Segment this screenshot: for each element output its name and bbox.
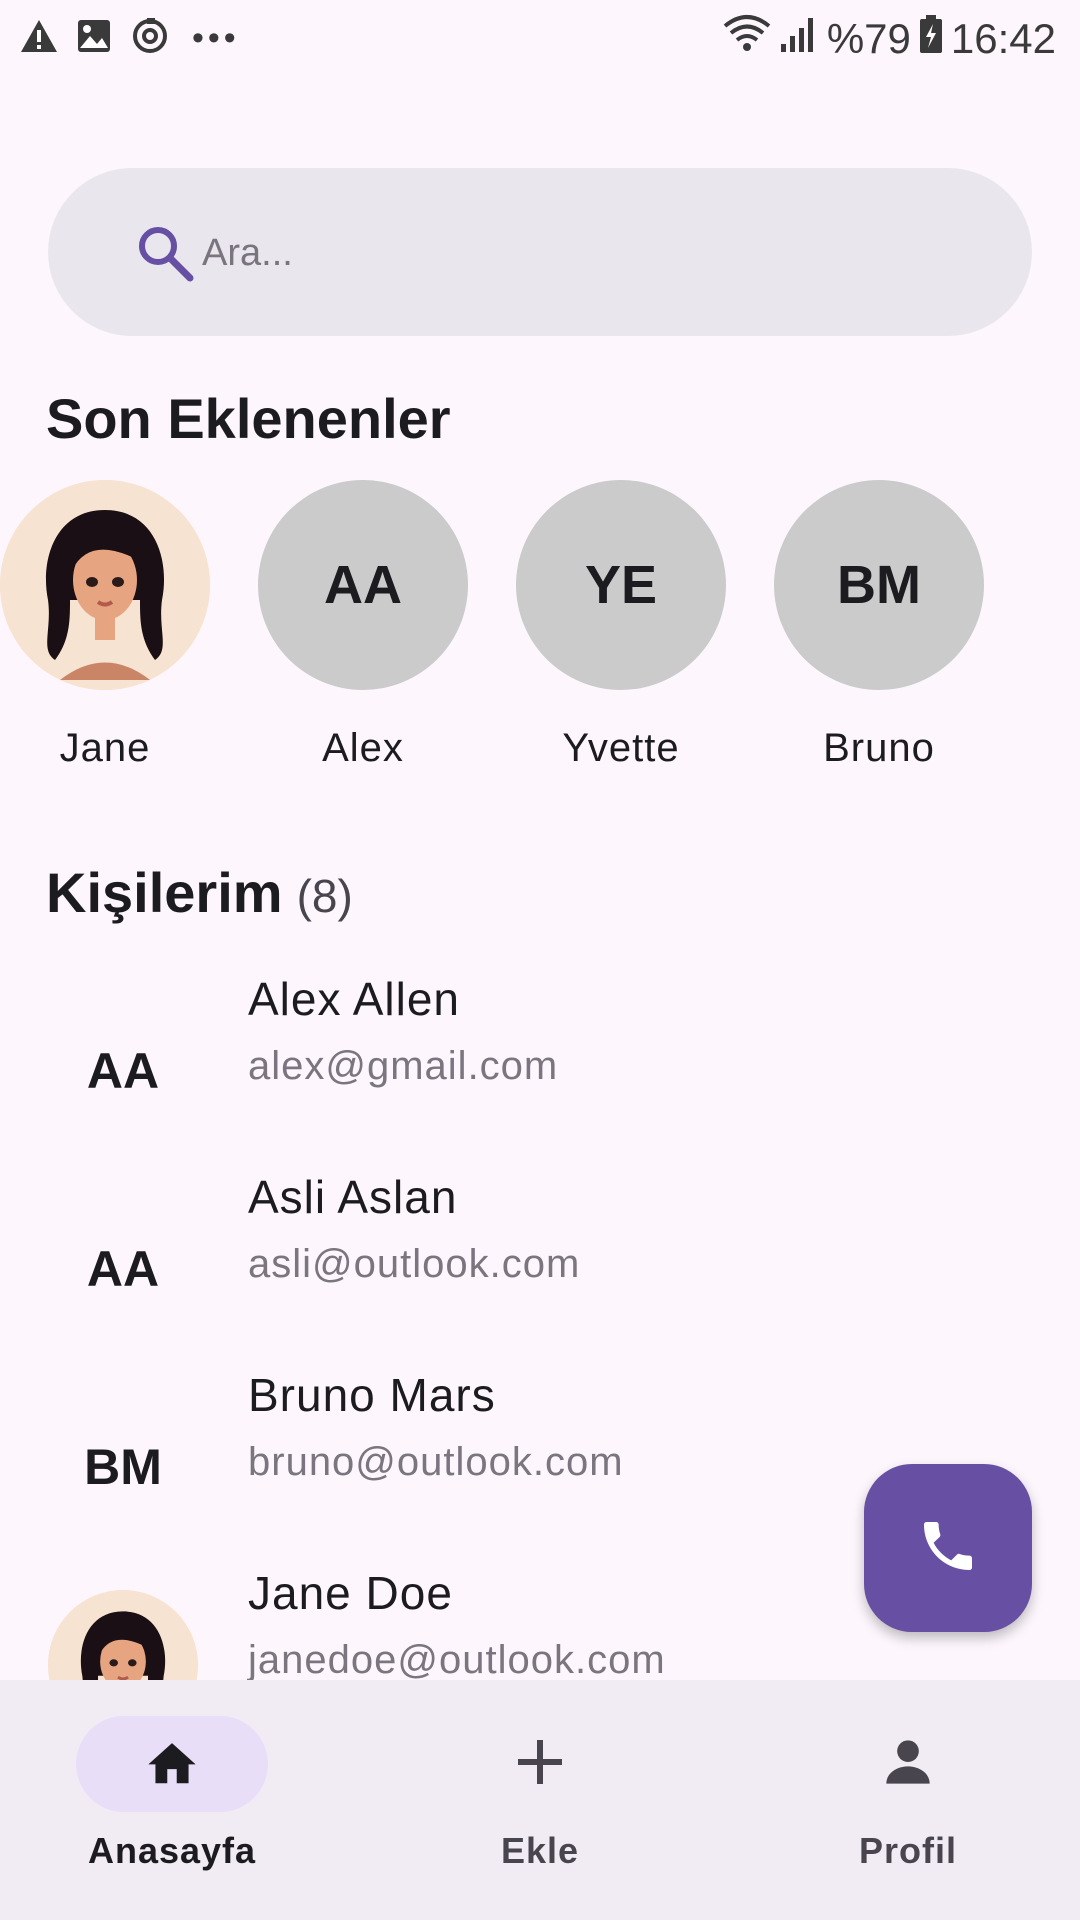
avatar (48, 1590, 198, 1680)
recent-contact-jane[interactable]: Jane (0, 480, 210, 771)
image-icon (76, 18, 112, 59)
recent-contact-yvette[interactable]: YE Yvette (516, 480, 726, 771)
contact-name: Asli Aslan (248, 1171, 458, 1223)
search-icon (136, 224, 194, 287)
search-bar[interactable] (48, 168, 1032, 336)
list-item[interactable]: AA Asli Aslan asli@outlook.com (0, 1158, 1080, 1356)
nav-item-add[interactable]: Ekle (410, 1716, 670, 1872)
nav-item-home[interactable]: Anasayfa (42, 1716, 302, 1872)
contact-email: alex@gmail.com (248, 1044, 559, 1088)
plus-icon (516, 1738, 564, 1791)
nav-pill-active (76, 1716, 268, 1812)
nav-pill (444, 1716, 636, 1812)
status-right: %79 16:42 (723, 14, 1056, 64)
call-fab-button[interactable] (864, 1464, 1032, 1632)
recent-contact-name: Bruno (823, 726, 935, 770)
search-input[interactable] (202, 208, 962, 298)
avatar-illustration-jane (0, 480, 210, 690)
bottom-navigation: Anasayfa Ekle Profil (0, 1680, 1080, 1920)
nav-label: Anasayfa (87, 1830, 257, 1871)
contact-email: janedoe@outlook.com (248, 1638, 666, 1680)
avatar: BM (84, 1439, 162, 1495)
contacts-count: (8) (296, 870, 353, 922)
recent-contact-alex[interactable]: AA Alex (258, 480, 468, 771)
list-item[interactable]: AA Alex Allen alex@gmail.com (0, 960, 1080, 1158)
avatar: AA (258, 480, 468, 690)
recent-contact-name: Yvette (562, 726, 680, 770)
contact-name: Bruno Mars (248, 1369, 496, 1421)
battery-icon (919, 14, 943, 64)
status-bar: ••• %79 16:42 (0, 0, 1080, 76)
clock: 16:42 (950, 15, 1056, 62)
avatar: YE (516, 480, 726, 690)
signal-icon (779, 14, 819, 64)
nav-label: Profil (858, 1830, 957, 1871)
person-icon (882, 1736, 934, 1793)
recent-contact-bruno[interactable]: BM Bruno (774, 480, 984, 771)
contact-name: Jane Doe (248, 1567, 453, 1619)
home-icon (143, 1736, 201, 1793)
wifi-icon (723, 14, 771, 64)
avatar (0, 480, 210, 690)
nav-item-profile[interactable]: Profil (778, 1716, 1038, 1872)
sync-icon (130, 16, 170, 61)
avatar: AA (86, 1043, 160, 1099)
avatar: AA (86, 1241, 160, 1297)
contact-email: asli@outlook.com (248, 1242, 581, 1286)
recent-section-title: Son Eklenenler (46, 387, 451, 450)
contact-name: Alex Allen (248, 973, 461, 1025)
contacts-section-title: Kişilerim (8) (46, 860, 353, 925)
avatar: BM (774, 480, 984, 690)
recent-contact-name: Jane (59, 726, 151, 770)
nav-pill (812, 1716, 1004, 1812)
warning-icon (20, 18, 58, 59)
contacts-title: Kişilerim (46, 861, 283, 924)
contact-email: bruno@outlook.com (248, 1440, 624, 1484)
recent-contact-name: Alex (322, 726, 404, 770)
nav-label: Ekle (500, 1830, 580, 1871)
status-left-icons: ••• (20, 16, 240, 61)
battery-percent: %79 (826, 15, 911, 62)
avatar-illustration-jane (48, 1590, 198, 1680)
contacts-screen: ••• %79 16:42 Son Eklenenler (0, 0, 1080, 1920)
more-dots-icon: ••• (192, 19, 240, 57)
phone-icon (916, 1514, 980, 1583)
